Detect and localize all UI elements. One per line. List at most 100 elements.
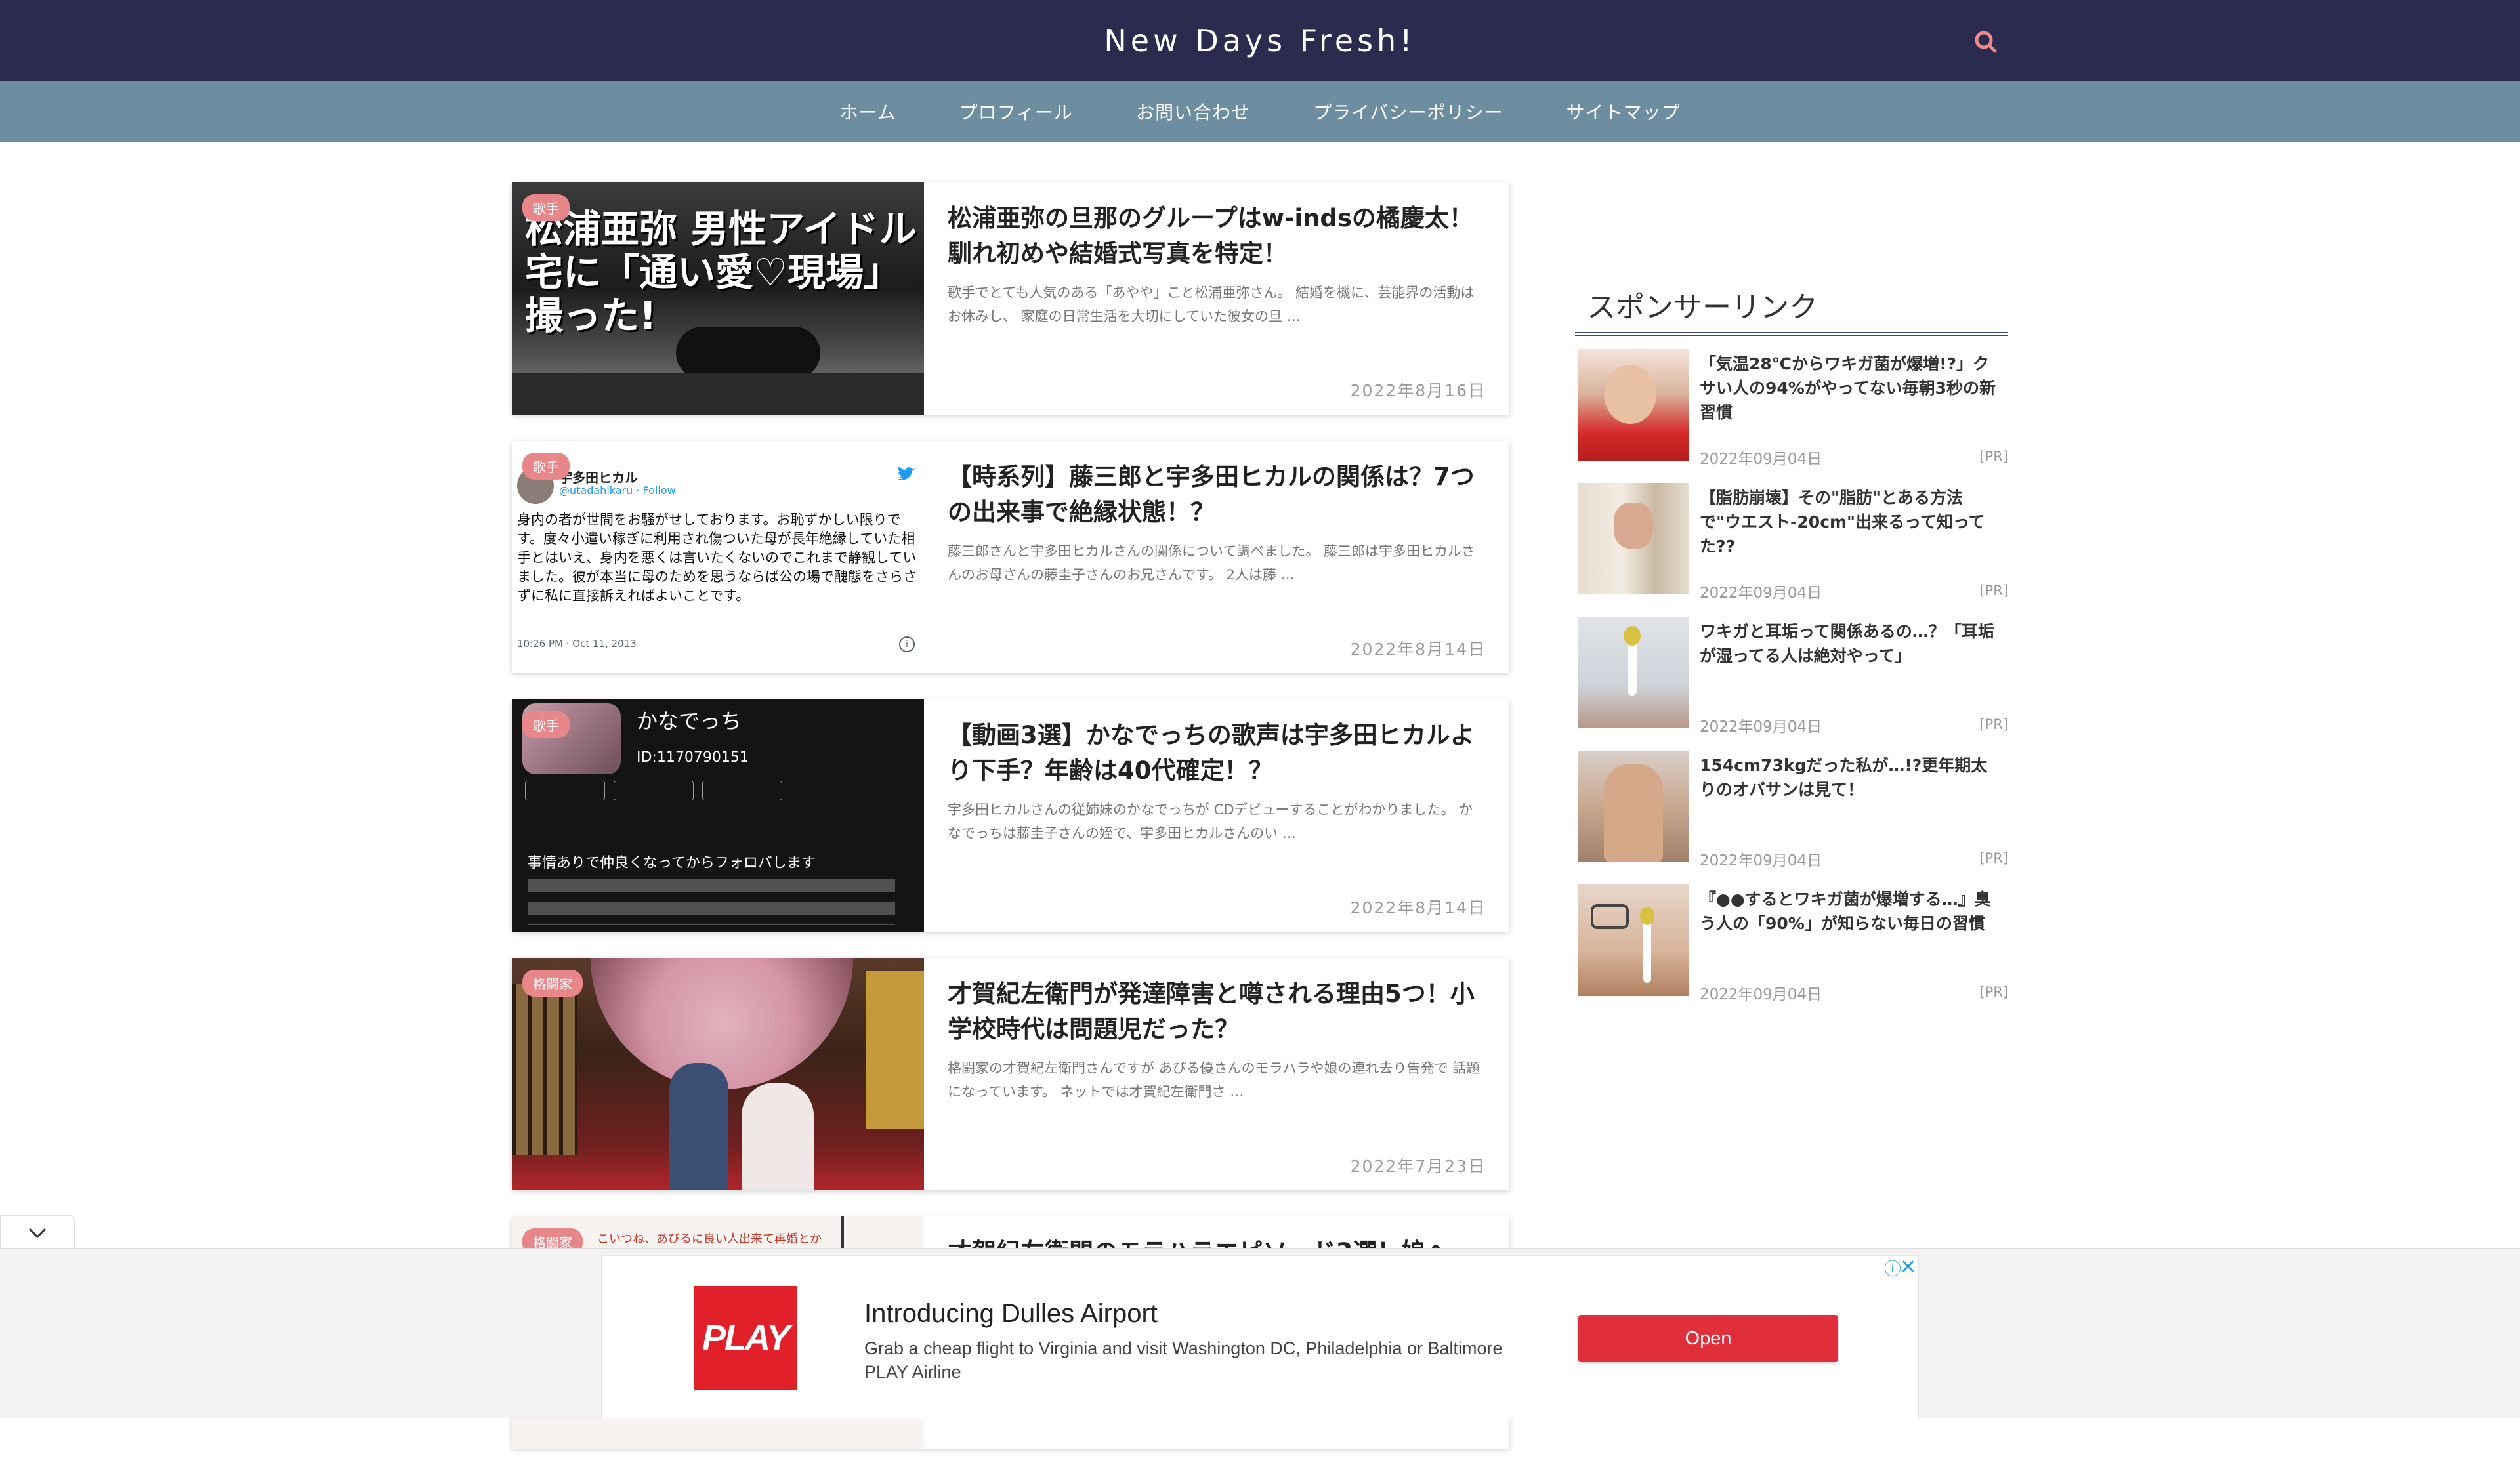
article-card[interactable]: 宇多田ヒカル @utadahikaru · Follow 身内の者が世間をお騒が… [512, 441, 1509, 673]
twitter-icon [898, 467, 915, 480]
thumbnail-text: こいつね、あびるに良い人出来て再婚とか [597, 1232, 822, 1246]
category-badge[interactable]: 歌手 [522, 453, 570, 480]
sponsored-item[interactable]: 『●●するとワキガ菌が爆増する…』臭う人の「90%」が知らない毎日の習慣 202… [1575, 882, 2008, 1016]
ad-title[interactable]: Introducing Dulles Airport [864, 1299, 1158, 1329]
photo-person-2 [742, 1083, 814, 1190]
pr-label: [PR] [1979, 717, 2008, 732]
chevron-down-icon [28, 1228, 47, 1239]
article-date: 2022年8月16日 [1350, 381, 1486, 400]
thumbnail-text: 松浦亜弥 男性アイドル宅に「通い愛♡現場」撮った! [525, 207, 917, 338]
sponsored-thumbnail[interactable] [1578, 349, 1689, 461]
sponsored-date: 2022年09月04日 [1700, 986, 1822, 1003]
article-thumbnail[interactable]: 格闘家 [512, 958, 924, 1190]
info-icon: i [899, 636, 915, 652]
sponsored-thumbnail[interactable] [1578, 751, 1689, 862]
search-button[interactable] [1967, 24, 2004, 60]
photo-skin [1614, 503, 1653, 549]
sponsored-date: 2022年09月04日 [1700, 852, 1822, 869]
photo-back [1604, 764, 1663, 862]
ad-collapse-button[interactable] [0, 1215, 75, 1250]
profile-id: ID:1170790151 [637, 749, 749, 766]
photo-screen [866, 971, 924, 1129]
photo-blossoms [591, 958, 853, 1089]
sidebar-sponsored: スポンサーリンク 「気温28℃からワキガ菌が爆増!?」クサい人の94%がやってな… [1575, 283, 2008, 1016]
article-excerpt: 宇多田ヒカルさんの従姉妹のかなでっちが CDデビューすることがわかりました。 か… [948, 802, 1473, 841]
nav-profile[interactable]: プロフィール [928, 98, 1104, 125]
photo-lattice [512, 984, 578, 1155]
profile-name: かなでっち [637, 709, 742, 734]
photo-face [1604, 365, 1656, 424]
sidebar-heading: スポンサーリンク [1575, 283, 2008, 336]
tweet-handle: @utadahikaru · Follow [559, 484, 676, 497]
global-nav: ホーム プロフィール お問い合わせ プライバシーポリシー サイトマップ [0, 81, 2520, 142]
ad-unit[interactable]: PLAY Introducing Dulles Airport Grab a c… [601, 1255, 1919, 1419]
site-header: New Days Fresh! [0, 0, 2520, 81]
search-icon [1975, 31, 1997, 53]
article-excerpt: 歌手でとても人気のある「あやや」こと松浦亜弥さん。 結婚を機に、芸能界の活動はお… [948, 285, 1475, 324]
article-title[interactable]: 【動画3選】かなでっちの歌声は宇多田ヒカルより下手？年齢は40代確定！？ [948, 718, 1486, 789]
nav-contact[interactable]: お問い合わせ [1104, 98, 1282, 125]
sponsored-title[interactable]: 「気温28℃からワキガ菌が爆増!?」クサい人の94%がやってない毎朝3秒の新習慣 [1700, 352, 2002, 425]
photo-swab-tip [1624, 626, 1641, 646]
ad-logo[interactable]: PLAY [694, 1286, 797, 1390]
ad-banner: PLAY Introducing Dulles Airport Grab a c… [0, 1248, 2520, 1419]
nav-home[interactable]: ホーム [808, 98, 927, 125]
pr-label: [PR] [1979, 850, 2008, 866]
sponsored-thumbnail[interactable] [1578, 884, 1689, 996]
article-card[interactable]: 松浦亜弥 男性アイドル宅に「通い愛♡現場」撮った! 歌手 松浦亜弥の旦那のグルー… [512, 182, 1509, 415]
photo-car [512, 373, 924, 415]
category-badge[interactable]: 歌手 [522, 194, 570, 221]
tweet-embed: 宇多田ヒカル @utadahikaru · Follow 身内の者が世間をお騒が… [512, 441, 924, 673]
pr-label: [PR] [1979, 449, 2008, 465]
ad-description: Grab a cheap flight to Virginia and visi… [864, 1339, 1503, 1358]
profile-bio-lines [528, 879, 895, 925]
sponsored-title[interactable]: 154cm73kgだった私が…!?更年期太りのオバサンは見て！ [1700, 753, 2002, 802]
sponsored-date: 2022年09月04日 [1700, 451, 1822, 468]
tweet-author: 宇多田ヒカル [559, 470, 638, 486]
sponsored-item[interactable]: ワキガと耳垢って関係あるの…？「耳垢が湿ってる人は絶対やって」 2022年09月… [1575, 614, 2008, 748]
sponsored-list: 「気温28℃からワキガ菌が爆増!?」クサい人の94%がやってない毎朝3秒の新習慣… [1575, 346, 2008, 1016]
sponsored-item[interactable]: 「気温28℃からワキガ菌が爆増!?」クサい人の94%がやってない毎朝3秒の新習慣… [1575, 346, 2008, 480]
sponsored-title[interactable]: 『●●するとワキガ菌が爆増する…』臭う人の「90%」が知らない毎日の習慣 [1700, 887, 2002, 936]
sponsored-thumbnail[interactable] [1578, 617, 1689, 728]
article-date: 2022年8月14日 [1350, 640, 1486, 659]
article-title[interactable]: 才賀紀左衛門が発達障害と噂される理由5つ！小学校時代は問題児だった？ [948, 976, 1486, 1047]
photo-person-1 [669, 1063, 728, 1190]
article-excerpt: 格闘家の才賀紀左衛門さんですが あびる優さんのモラハラや娘の連れ去り告発で 話題… [948, 1060, 1480, 1100]
ad-open-button[interactable]: Open [1578, 1315, 1838, 1362]
ad-advertiser: PLAY Airline [864, 1362, 961, 1382]
photo-glasses [1591, 904, 1629, 929]
sponsored-title[interactable]: 【脂肪崩壊】その"脂肪"とある方法で"ウエスト-20cm"出来るって知ってた?? [1700, 486, 2002, 558]
tweet-body: 身内の者が世間をお騒がせしております。お恥ずかしい限りです。度々小遣い稼ぎに利用… [517, 512, 917, 604]
article-date: 2022年7月23日 [1350, 1157, 1486, 1176]
category-badge[interactable]: 格闘家 [522, 970, 583, 997]
nav-sitemap[interactable]: サイトマップ [1535, 98, 1712, 125]
article-card[interactable]: かなでっち ID:1170790151 事情ありで仲良くなってからフォロバします… [512, 699, 1509, 932]
article-thumbnail[interactable]: 松浦亜弥 男性アイドル宅に「通い愛♡現場」撮った! 歌手 [512, 182, 924, 415]
sponsored-date: 2022年09月04日 [1700, 585, 1822, 602]
pr-label: [PR] [1979, 984, 2008, 1000]
article-thumbnail[interactable]: かなでっち ID:1170790151 事情ありで仲良くなってからフォロバします… [512, 699, 924, 932]
article-card[interactable]: 格闘家 才賀紀左衛門が発達障害と噂される理由5つ！小学校時代は問題児だった？ 格… [512, 958, 1509, 1190]
sponsored-title[interactable]: ワキガと耳垢って関係あるの…？「耳垢が湿ってる人は絶対やって」 [1700, 619, 2002, 668]
ad-info-icon[interactable]: ⓘ [1884, 1256, 1901, 1280]
sponsored-item[interactable]: 【脂肪崩壊】その"脂肪"とある方法で"ウエスト-20cm"出来るって知ってた??… [1575, 480, 2008, 614]
profile-bio: 事情ありで仲良くなってからフォロバします [528, 855, 816, 871]
thumbnail-headline: 松浦亜弥 男性アイドル宅に「通い愛♡現場」撮った! [512, 207, 924, 337]
ad-close-icon[interactable]: ✕ [1900, 1256, 1916, 1279]
category-badge[interactable]: 歌手 [522, 711, 570, 738]
article-excerpt: 藤三郎さんと宇多田ヒカルさんの関係について調べました。 藤三郎は宇多田ヒカルさん… [948, 543, 1476, 583]
sponsored-date: 2022年09月04日 [1700, 718, 1822, 736]
article-title[interactable]: 【時系列】藤三郎と宇多田ヒカルの関係は？7つの出来事で絶縁状態！？ [948, 459, 1486, 530]
article-date: 2022年8月14日 [1350, 898, 1486, 917]
tweet-timestamp: 10:26 PM · Oct 11, 2013 [517, 638, 637, 650]
pr-label: [PR] [1979, 583, 2008, 598]
sponsored-thumbnail[interactable] [1578, 483, 1689, 594]
photo-figure [676, 327, 820, 379]
photo-swab-tip [1640, 907, 1654, 925]
sponsored-item[interactable]: 154cm73kgだった私が…!?更年期太りのオバサンは見て！ 2022年09月… [1575, 748, 2008, 882]
site-title[interactable]: New Days Fresh! [1104, 23, 1416, 58]
article-thumbnail[interactable]: 宇多田ヒカル @utadahikaru · Follow 身内の者が世間をお騒が… [512, 441, 924, 673]
article-title[interactable]: 松浦亜弥の旦那のグループはw-indsの橘慶太！馴れ初めや結婚式写真を特定！ [948, 201, 1486, 272]
nav-privacy-policy[interactable]: プライバシーポリシー [1282, 98, 1534, 125]
